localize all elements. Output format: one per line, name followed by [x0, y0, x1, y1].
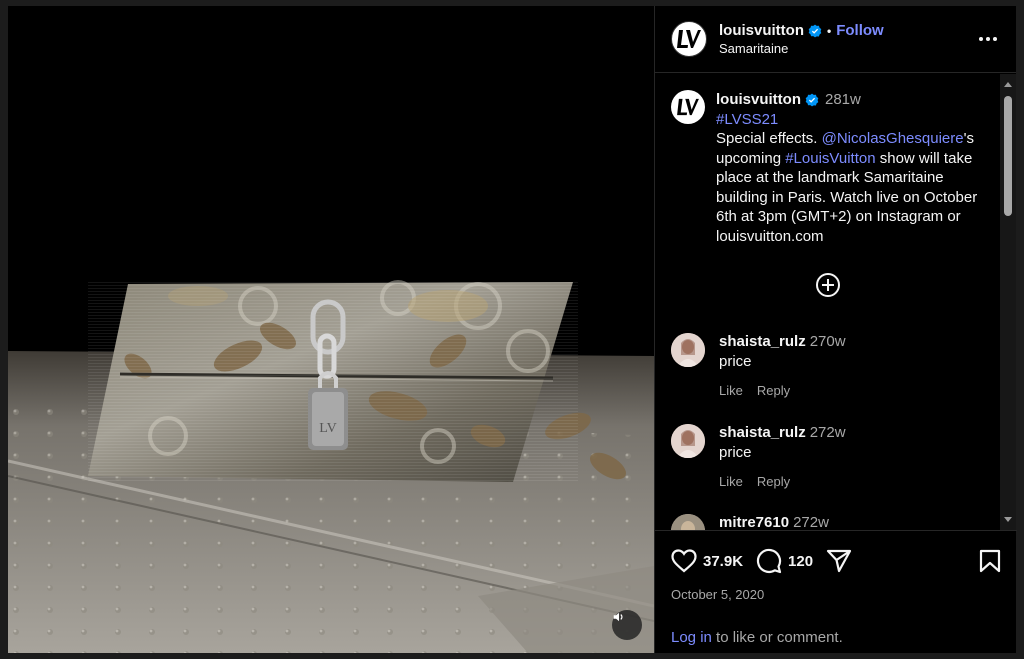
more-icon	[979, 37, 997, 41]
comment-reply-button[interactable]: Reply	[757, 383, 790, 398]
login-link[interactable]: Log in	[671, 629, 712, 646]
comment-item: mitre7610 272w	[671, 514, 993, 530]
comment-avatar[interactable]	[671, 424, 705, 458]
caption-text-part: Special effects.	[716, 130, 822, 147]
caption-age: 281w	[825, 91, 861, 108]
hashtag-link[interactable]: #LouisVuitton	[785, 150, 875, 167]
mention-link[interactable]: @NicolasGhesquiere	[822, 130, 964, 147]
caption-text: #LVSS21 Special effects. @NicolasGhesqui…	[716, 110, 984, 247]
comment-avatar[interactable]	[671, 514, 705, 530]
header-separator: •	[827, 23, 832, 38]
comment-text: price	[719, 353, 752, 370]
comment-age: 270w	[809, 333, 846, 350]
bookmark-icon	[979, 549, 1001, 573]
comment-item: shaista_rulz 270w price Like Reply	[671, 333, 993, 398]
post-date[interactable]: October 5, 2020	[655, 587, 1017, 602]
save-button[interactable]	[979, 549, 1001, 573]
comment-age: 272w	[809, 424, 846, 441]
follow-button[interactable]: Follow	[836, 22, 884, 39]
post-side-panel: louisvuitton • Follow Samaritaine louisv…	[654, 6, 1017, 653]
comment-username[interactable]: shaista_rulz	[719, 424, 806, 441]
post-actions: 37.9K 120 October 5, 2020 Log in to like…	[655, 530, 1017, 653]
like-button[interactable]	[671, 549, 697, 573]
post-video[interactable]: LV	[8, 6, 654, 653]
plus-circle-icon	[816, 273, 840, 297]
heart-icon	[671, 549, 697, 573]
post-dialog: LV louisvuitton • Follow Samaritaine lou…	[8, 6, 1017, 653]
comments-list[interactable]: louisvuitton 281w #LVSS21 Special effect…	[655, 74, 1001, 530]
more-options-button[interactable]	[976, 27, 1000, 51]
share-button[interactable]	[826, 549, 852, 573]
comment-reply-button[interactable]: Reply	[757, 474, 790, 489]
verified-badge-icon	[808, 24, 822, 38]
svg-text:LV: LV	[319, 421, 336, 436]
lv-logo-icon	[677, 30, 701, 48]
speaker-icon	[613, 612, 623, 622]
scrollbar-thumb[interactable]	[1004, 96, 1012, 216]
share-icon	[826, 549, 852, 573]
verified-badge-icon	[805, 93, 819, 107]
comment-like-button[interactable]: Like	[719, 474, 743, 489]
likes-count[interactable]: 37.9K	[703, 553, 743, 570]
lv-logo-icon	[677, 98, 699, 116]
avatar[interactable]	[671, 21, 707, 57]
video-frame: LV	[8, 6, 654, 653]
scroll-up-arrow-icon[interactable]	[1004, 82, 1012, 87]
comments-scrollbar[interactable]	[1000, 74, 1016, 530]
post-header: louisvuitton • Follow Samaritaine	[655, 6, 1016, 73]
login-prompt-text: to like or comment.	[711, 629, 843, 646]
comment-username[interactable]: mitre7610	[719, 514, 789, 530]
comment-item: shaista_rulz 272w price Like Reply	[671, 424, 993, 489]
comment-age: 272w	[793, 514, 829, 530]
hashtag-link[interactable]: #LVSS21	[716, 111, 778, 128]
header-username[interactable]: louisvuitton	[719, 22, 804, 39]
comment-button[interactable]	[756, 548, 782, 574]
comment-avatar[interactable]	[671, 333, 705, 367]
comment-like-button[interactable]: Like	[719, 383, 743, 398]
caption-avatar[interactable]	[671, 90, 705, 124]
load-more-comments-button[interactable]	[815, 272, 841, 298]
comment-username[interactable]: shaista_rulz	[719, 333, 806, 350]
scroll-down-arrow-icon[interactable]	[1004, 517, 1012, 522]
post-caption: louisvuitton 281w #LVSS21 Special effect…	[671, 90, 993, 246]
comments-count[interactable]: 120	[788, 553, 813, 570]
comment-icon	[756, 548, 782, 574]
post-location[interactable]: Samaritaine	[719, 41, 976, 56]
caption-username[interactable]: louisvuitton	[716, 90, 801, 110]
login-prompt: Log in to like or comment.	[671, 629, 843, 646]
comment-text: price	[719, 444, 752, 461]
sound-toggle-button[interactable]	[612, 610, 642, 640]
